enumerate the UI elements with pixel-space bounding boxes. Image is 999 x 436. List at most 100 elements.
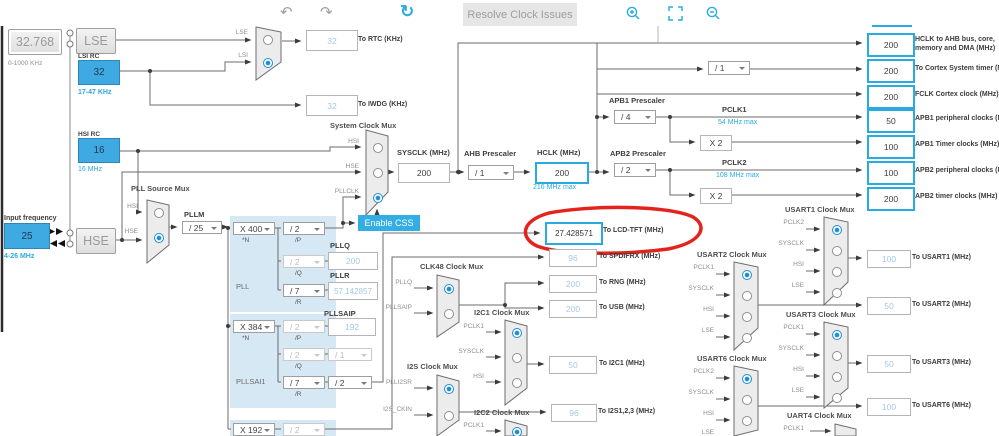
lcd-tft-value-box[interactable]: 27.428571: [545, 222, 603, 245]
sys-mux-radio-hse[interactable]: [373, 168, 383, 178]
zoom-out-icon[interactable]: [706, 6, 721, 26]
lsi-rc-title: LSI RC: [78, 53, 100, 60]
refresh-icon[interactable]: ↻: [400, 2, 414, 22]
rng-out-label: To RNG (MHz): [599, 279, 646, 286]
iwdg-out-box: 32: [306, 95, 358, 116]
i2c1-radio-sysclk[interactable]: [512, 353, 522, 363]
pclk2-label: PCLK2: [722, 158, 747, 167]
hclk-ahb-out-box[interactable]: 200: [867, 33, 915, 57]
pllsaip-value-box: 192: [328, 318, 376, 336]
usart3-out-label: To USART3 (MHz): [912, 359, 971, 366]
sys-mux-radio-hsi[interactable]: [373, 143, 383, 153]
usart6-radio-pclk2[interactable]: [742, 374, 752, 384]
redo-icon[interactable]: ↷: [320, 3, 333, 21]
usart2-radio-sysclk[interactable]: [742, 291, 752, 301]
plli2s-p-dropdown: / 2: [283, 423, 325, 436]
apb1-prescaler-dropdown[interactable]: / 4: [614, 110, 656, 124]
pllq-value-box: 200: [328, 252, 378, 270]
pll-q-sub: /Q: [295, 270, 302, 277]
usart3-radio-lse[interactable]: [832, 393, 842, 403]
hsi-value-box[interactable]: 16: [78, 138, 120, 163]
cortex-prescaler-dropdown[interactable]: / 1: [708, 61, 750, 75]
apb2-prescaler-label: APB2 Prescaler: [610, 149, 666, 158]
input-freq-range-label: 4-26 MHz: [4, 253, 35, 260]
usart3-mux-title: USART3 Clock Mux: [786, 310, 856, 319]
iwdg-out-label: To IWDG (KHz): [358, 101, 408, 108]
enable-css-button[interactable]: Enable CSS: [358, 215, 420, 231]
usart2-out-label: To USART2 (MHz): [912, 301, 971, 308]
pllsaip-label: PLLSAIP: [324, 309, 356, 318]
fclk-out-box[interactable]: 200: [867, 85, 915, 109]
apb1-timer-out-box[interactable]: 100: [867, 135, 915, 159]
pllr-label: PLLR: [330, 271, 350, 280]
sys-mux-input-pllclk: PLLCLK: [334, 188, 359, 195]
hse-io-arrows: [48, 228, 65, 247]
apb2-x2-box: X 2: [700, 188, 732, 204]
undo-icon[interactable]: ↶: [280, 3, 293, 21]
plli2s-n-dropdown[interactable]: X 192: [233, 423, 275, 436]
lse-source-box: LSE: [76, 28, 116, 54]
lsi-value-box[interactable]: 32: [78, 60, 120, 85]
rtc-mux-input-lse: LSE: [235, 29, 248, 36]
clock-configuration-canvas: ↶ ↷ ↻ Resolve Clock Issues 32.768 0-1000…: [0, 0, 999, 436]
i2c2-radio-pclk1[interactable]: [512, 427, 522, 436]
usart3-radio-sysclk[interactable]: [832, 351, 842, 361]
apb2-timer-out-box[interactable]: 200: [867, 187, 915, 211]
input-frequency-box[interactable]: 25: [4, 223, 50, 249]
usart2-input-hsi: HSI: [703, 306, 714, 313]
usart2-radio-hsi[interactable]: [742, 312, 752, 322]
i2c1-radio-pclk1[interactable]: [512, 328, 522, 338]
usart2-input-sysclk: SYSCLK: [688, 285, 714, 292]
usart3-radio-pclk1[interactable]: [832, 330, 842, 340]
pllsai-n-dropdown[interactable]: X 384: [233, 320, 275, 333]
rtc-out-label: To RTC (KHz): [358, 36, 403, 43]
usart2-mux-title: USART2 Clock Mux: [697, 250, 767, 259]
i2s-radio-i2s-ckin[interactable]: [444, 411, 454, 421]
apb1-periph-out-box[interactable]: 50: [867, 109, 915, 133]
pll-r-dropdown[interactable]: / 7: [283, 284, 325, 297]
system-clock-mux-title: System Clock Mux: [330, 121, 397, 130]
ahb-prescaler-dropdown[interactable]: / 1: [468, 165, 514, 180]
pll-p-dropdown[interactable]: / 2: [283, 222, 325, 235]
pllm-label: PLLM: [184, 210, 205, 219]
usart2-radio-lse[interactable]: [742, 333, 752, 343]
pll-mux-radio-hsi[interactable]: [154, 208, 164, 218]
cortex-timer-out-box[interactable]: 200: [867, 59, 915, 83]
pllsai-p-dropdown: / 2: [283, 320, 325, 333]
usart6-radio-sysclk[interactable]: [742, 395, 752, 405]
usart1-radio-lse[interactable]: [832, 288, 842, 298]
usart1-radio-pclk2[interactable]: [832, 225, 842, 235]
clk48-radio-pllq[interactable]: [444, 284, 454, 294]
clk48-radio-pllsaip[interactable]: [444, 309, 454, 319]
apb2-prescaler-dropdown[interactable]: / 2: [614, 163, 656, 177]
usart3-radio-hsi[interactable]: [832, 372, 842, 382]
usart6-radio-hsi[interactable]: [742, 416, 752, 426]
pllq-label: PLLQ: [330, 241, 350, 250]
pllsai-divr-dropdown[interactable]: / 2: [328, 376, 372, 389]
usart1-radio-hsi[interactable]: [832, 267, 842, 277]
pll-mux-radio-hse[interactable]: [154, 233, 164, 243]
zoom-in-icon[interactable]: [626, 6, 641, 26]
i2c1-radio-hsi[interactable]: [512, 378, 522, 388]
usart2-radio-pclk1[interactable]: [742, 270, 752, 280]
apb2-periph-out-box[interactable]: 100: [867, 161, 915, 185]
rtc-mux-radio-lse[interactable]: [263, 35, 273, 45]
fit-view-icon[interactable]: [668, 6, 683, 26]
pll-n-dropdown[interactable]: X 400: [233, 222, 275, 235]
resolve-clock-issues-button[interactable]: Resolve Clock Issues: [463, 3, 577, 26]
usart1-radio-sysclk[interactable]: [832, 246, 842, 256]
sys-mux-radio-pllclk[interactable]: [373, 193, 383, 203]
pllr-value-box: 57.142857: [328, 282, 378, 300]
i2c2-mux-title: I2C2 Clock Mux: [474, 408, 530, 417]
usart1-out-label: To USART1 (MHz): [912, 254, 971, 261]
i2s-radio-plli2sr[interactable]: [444, 384, 454, 394]
hclk-value-box[interactable]: 200: [535, 162, 589, 184]
pllsai-r-dropdown[interactable]: / 7: [283, 376, 325, 389]
rtc-mux-radio-lsi[interactable]: [263, 58, 273, 68]
sysclk-label: SYSCLK (MHz): [397, 148, 450, 157]
fclk-out-label: FCLK Cortex clock (MHz): [915, 91, 999, 98]
clk48-mux-title: CLK48 Clock Mux: [420, 262, 484, 271]
pllm-dropdown[interactable]: / 25: [182, 221, 222, 234]
usart1-mux-title: USART1 Clock Mux: [785, 205, 855, 214]
pllsai-r-sub: /R: [295, 391, 302, 398]
